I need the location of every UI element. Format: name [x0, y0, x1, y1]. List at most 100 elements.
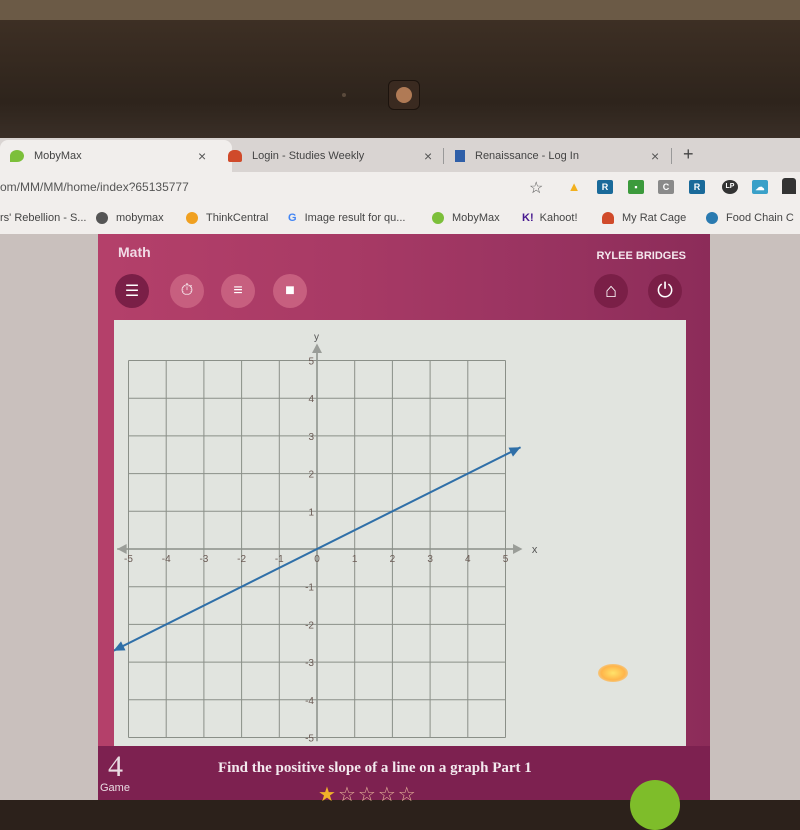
lp-ext-icon[interactable]: LP: [722, 180, 738, 194]
power-icon: ⏻: [657, 279, 673, 302]
microphone-icon: [342, 93, 346, 97]
x-tick-label: -1: [275, 554, 284, 565]
close-tab-icon[interactable]: ×: [651, 148, 659, 164]
home-icon: ⌂: [604, 279, 618, 302]
star-empty-icon: ☆: [357, 784, 378, 806]
star-empty-icon: ☆: [337, 784, 358, 806]
url-input[interactable]: om/MM/MM/home/index?65135777: [0, 180, 189, 194]
user-name: RYLEE BRIDGES: [596, 250, 686, 262]
renaissance-ext-2-icon[interactable]: R: [689, 180, 705, 194]
bookmark-item[interactable]: G Image result for qu...: [288, 212, 405, 224]
close-tab-icon[interactable]: ×: [198, 148, 206, 164]
star-empty-icon: ☆: [397, 784, 418, 806]
tab-bar: MobyMax × Login - Studies Weekly × Renai…: [0, 138, 800, 172]
timer-button[interactable]: ⏱: [170, 274, 204, 308]
studies-weekly-icon: [228, 150, 242, 162]
tab-separator: [443, 148, 444, 164]
x-tick-label: 0: [314, 554, 320, 565]
bookmark-label: rs' Rebellion - S...: [0, 212, 87, 224]
webcam-icon: [388, 80, 420, 110]
renaissance-ext-icon[interactable]: R: [597, 180, 613, 194]
tab-mobymax[interactable]: MobyMax ×: [0, 140, 232, 172]
home-button[interactable]: ⌂: [594, 274, 628, 308]
bookmarks-bar: rs' Rebellion - S... mobymax ThinkCentra…: [0, 204, 800, 235]
list-button[interactable]: ≡: [221, 274, 255, 308]
bookmark-item[interactable]: My Rat Cage: [602, 212, 686, 224]
mobymax-icon: [10, 150, 24, 162]
star-empty-icon: ☆: [377, 784, 398, 806]
bookmark-label: Food Chain C: [726, 212, 794, 224]
axes: xy: [117, 332, 538, 742]
y-tick-label: -4: [305, 696, 314, 707]
tab-title: MobyMax: [34, 150, 82, 162]
bookmark-label: Image result for qu...: [304, 212, 406, 224]
x-tick-label: 5: [503, 554, 509, 565]
video-button[interactable]: ■: [273, 274, 307, 308]
tab-separator: [671, 148, 672, 164]
x-tick-label: 2: [390, 554, 396, 565]
bookmark-label: My Rat Cage: [622, 212, 687, 224]
coordinate-graph: xy -5 -4 -3 -2 -1 0 1 2 3 4 5-5-4-3-2-112345: [112, 332, 538, 745]
y-axis-label: y: [314, 332, 319, 343]
mobymax-icon: [432, 212, 444, 224]
y-tick-label: -2: [305, 620, 314, 631]
bookmark-label: MobyMax: [452, 212, 500, 224]
bookmark-item[interactable]: rs' Rebellion - S...: [0, 212, 86, 224]
earth-icon: [706, 212, 718, 224]
tab-renaissance[interactable]: Renaissance - Log In ×: [455, 140, 675, 172]
star-filled-icon: ★: [318, 784, 338, 806]
hamburger-icon: ☰: [124, 283, 140, 300]
y-tick-label: -5: [305, 734, 314, 745]
next-button[interactable]: [630, 780, 680, 830]
tab-studies-weekly[interactable]: Login - Studies Weekly ×: [228, 140, 440, 172]
bookmark-item[interactable]: MobyMax: [432, 212, 500, 224]
y-tick-label: -3: [305, 658, 314, 669]
bookmark-item[interactable]: Food Chain C: [706, 212, 794, 224]
bookmark-item[interactable]: mobymax: [96, 212, 164, 224]
x-axis-label: x: [532, 544, 538, 556]
bookmark-star-icon[interactable]: ☆: [529, 178, 543, 198]
game-number: 4: [108, 750, 123, 783]
bookmark-item[interactable]: K! Kahoot!: [522, 212, 578, 224]
y-tick-label: 5: [308, 357, 314, 368]
list-icon: ≡: [233, 282, 243, 299]
x-tick-label: 1: [352, 554, 358, 565]
bookmark-item[interactable]: ThinkCentral: [186, 212, 268, 224]
video-camera-icon: ■: [285, 282, 295, 299]
rat-cage-icon: [602, 212, 614, 224]
c-ext-icon[interactable]: C: [658, 180, 674, 194]
close-tab-icon[interactable]: ×: [424, 148, 432, 164]
bookmark-label: ThinkCentral: [206, 212, 269, 224]
star-rating: ★☆☆☆☆: [318, 782, 418, 807]
bezel-top: [0, 0, 800, 20]
webcam-lens: [396, 87, 412, 103]
mobymax-app: Math RYLEE BRIDGES ☰ ⏱ ≡ ■ ⌂ ⏻ xy -5 -4 -3…: [98, 234, 710, 830]
classroom-ext-icon[interactable]: ▪: [628, 180, 644, 194]
x-axis-arrow-left: [117, 544, 127, 554]
lesson-title: Find the positive slope of a line on a g…: [218, 760, 532, 776]
drive-icon[interactable]: ▲: [566, 180, 582, 194]
profile-icon[interactable]: [782, 178, 796, 194]
kahoot-icon: K!: [522, 212, 534, 224]
stopwatch-icon: ⏱: [180, 282, 194, 299]
laptop-bezel: [0, 20, 800, 138]
graph-board: xy -5 -4 -3 -2 -1 0 1 2 3 4 5 -5 -4 -3 -2 -1 1 2 3 4 5: [112, 320, 686, 746]
menu-button[interactable]: ☰: [115, 274, 149, 308]
circle-icon: [186, 212, 198, 224]
renaissance-icon: [455, 150, 465, 162]
x-tick-label: -2: [237, 554, 246, 565]
x-tick-label: 4: [465, 554, 471, 565]
x-tick-label: -4: [162, 554, 171, 565]
power-button[interactable]: ⏻: [648, 274, 682, 308]
game-label: Game: [100, 782, 130, 794]
y-tick-label: -1: [305, 583, 314, 594]
cloud-ext-icon[interactable]: ☁: [752, 180, 768, 194]
screen: MobyMax × Login - Studies Weekly × Renai…: [0, 138, 800, 830]
light-glare: [598, 664, 628, 682]
y-tick-label: 1: [308, 507, 314, 518]
new-tab-button[interactable]: +: [683, 144, 694, 165]
bookmark-label: Kahoot!: [539, 212, 578, 224]
subject-title: Math: [118, 244, 151, 260]
google-icon: G: [288, 212, 297, 224]
address-bar: om/MM/MM/home/index?65135777 ☆ ▲ R ▪ C R…: [0, 172, 800, 204]
